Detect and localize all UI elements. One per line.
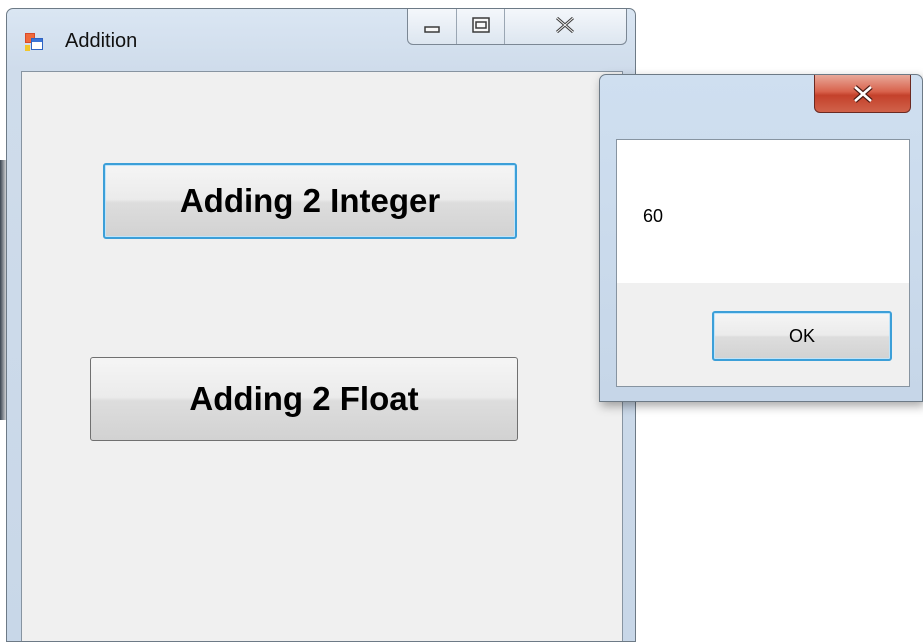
- caption-buttons: [407, 9, 627, 45]
- close-icon: [556, 16, 574, 34]
- adding-2-float-button[interactable]: Adding 2 Float: [90, 357, 518, 441]
- message-box-close-button[interactable]: [814, 75, 911, 113]
- close-icon: [853, 85, 873, 103]
- minimize-button[interactable]: [408, 9, 457, 44]
- minimize-icon: [424, 26, 440, 33]
- adding-2-integer-button[interactable]: Adding 2 Integer: [103, 163, 517, 239]
- close-button[interactable]: [505, 9, 626, 44]
- app-icon: [25, 33, 43, 51]
- maximize-button[interactable]: [457, 9, 505, 44]
- ok-button[interactable]: OK: [712, 311, 892, 361]
- message-text: 60: [643, 206, 664, 226]
- title-bar[interactable]: Addition: [7, 9, 635, 73]
- addition-window: Addition Adding 2 Integer Adding 2 Float: [6, 8, 636, 642]
- client-area: Adding 2 Integer Adding 2 Float: [21, 71, 623, 641]
- message-box-dialog: 60 OK: [599, 74, 923, 402]
- window-title: Addition: [65, 30, 138, 52]
- message-area: 60: [617, 140, 909, 283]
- maximize-icon: [472, 17, 490, 33]
- message-box-body: 60 OK: [616, 139, 910, 387]
